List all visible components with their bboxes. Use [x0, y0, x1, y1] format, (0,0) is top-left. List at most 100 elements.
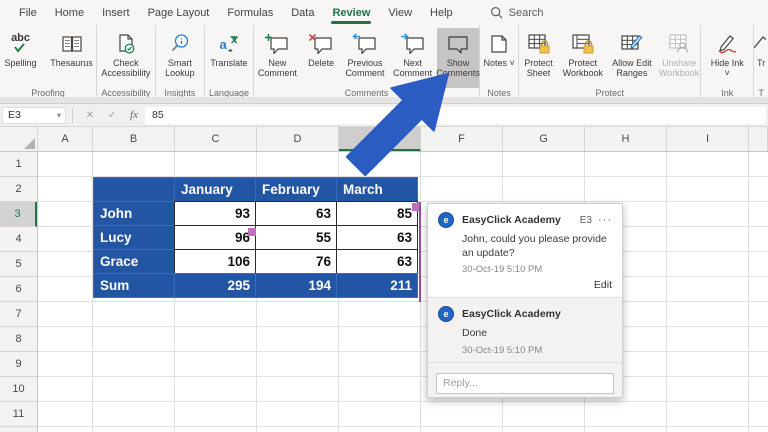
more-options-icon[interactable]: ··· [598, 214, 612, 226]
translate-button[interactable]: a Translate [206, 28, 252, 88]
tab-review[interactable]: Review [323, 0, 379, 25]
tab-home[interactable]: Home [46, 0, 93, 25]
column-header-i[interactable]: I [667, 127, 749, 151]
sheet-grid[interactable]: 1 2 3 4 5 6 7 8 9 10 11 12 January Febru… [0, 152, 768, 432]
column-header-clipped[interactable] [749, 127, 768, 151]
group-clipped: Tr T [754, 25, 768, 97]
thesaurus-button[interactable]: Thesaurus [47, 28, 96, 88]
select-all-corner[interactable] [0, 127, 38, 151]
cell-d4[interactable]: 55 [255, 225, 337, 250]
row-header-3[interactable]: 3 [0, 202, 37, 227]
spelling-icon: abc [11, 30, 30, 58]
tab-formulas[interactable]: Formulas [218, 0, 282, 25]
group-notes: Notes ˅ Notes [480, 25, 520, 98]
corner-triangle-icon [24, 138, 35, 149]
row-label[interactable]: Sum [93, 273, 175, 298]
comment-date: 30-Oct-19 5:10 PM [462, 344, 543, 356]
cell-c5[interactable]: 106 [174, 249, 256, 274]
row-label[interactable]: John [93, 201, 175, 226]
name-box-caret-icon[interactable]: ▾ [57, 111, 61, 120]
tab-page-layout[interactable]: Page Layout [139, 0, 219, 25]
row-label[interactable]: Lucy [93, 225, 175, 250]
insert-function-icon[interactable]: fx [123, 109, 145, 121]
name-box[interactable]: E3 ▾ [2, 106, 66, 124]
reply-section [428, 363, 622, 404]
tab-data[interactable]: Data [282, 0, 323, 25]
row-header-4[interactable]: 4 [0, 227, 37, 252]
cell-d6[interactable]: 194 [255, 273, 337, 298]
header-january[interactable]: January [174, 177, 256, 202]
row-header-2[interactable]: 2 [0, 177, 37, 202]
hide-ink-button[interactable]: Hide Ink ˅ [707, 28, 747, 88]
cell-e5[interactable]: 63 [336, 249, 418, 274]
comment-cell-ref: E3 [579, 214, 592, 226]
cell-c6[interactable]: 295 [174, 273, 256, 298]
cell-c4[interactable]: 96 [174, 225, 256, 250]
comments-pane: e EasyClick Academy E3 ··· John, could y… [427, 203, 623, 398]
allow-edit-ranges-button[interactable]: Allow Edit Ranges [608, 28, 656, 88]
tab-help[interactable]: Help [421, 0, 462, 25]
row-header-8[interactable]: 8 [0, 327, 37, 352]
reply-input[interactable] [436, 372, 614, 394]
row-header-5[interactable]: 5 [0, 252, 37, 277]
formula-value: 85 [152, 109, 164, 121]
column-header-a[interactable]: A [38, 127, 93, 151]
check-accessibility-button[interactable]: Check Accessibility [98, 28, 154, 88]
new-comment-button[interactable]: New Comment [254, 28, 301, 88]
formula-bar-divider [72, 107, 73, 123]
avatar: e [438, 306, 454, 323]
active-comment-cell-indicator [419, 202, 421, 302]
clipped-button[interactable]: Tr [754, 28, 768, 88]
row-header-1[interactable]: 1 [0, 152, 37, 177]
edit-link[interactable]: Edit [438, 279, 612, 291]
cell-e4[interactable]: 63 [336, 225, 418, 250]
row-header-6[interactable]: 6 [0, 277, 37, 302]
column-header-h[interactable]: H [585, 127, 667, 151]
search-box[interactable]: Search [490, 6, 544, 19]
row-header-12[interactable]: 12 [0, 427, 37, 432]
row-header-9[interactable]: 9 [0, 352, 37, 377]
cell-e3-selected[interactable]: 85 [336, 201, 418, 226]
comment-thread-2[interactable]: e EasyClick Academy Done 30-Oct-19 5:10 … [428, 298, 622, 363]
column-header-g[interactable]: G [503, 127, 585, 151]
row-header-10[interactable]: 10 [0, 377, 37, 402]
enter-icon[interactable]: ✓ [101, 110, 123, 121]
column-header-b[interactable]: B [93, 127, 175, 151]
cell-d3[interactable]: 63 [255, 201, 337, 226]
row-headers: 1 2 3 4 5 6 7 8 9 10 11 12 [0, 152, 38, 432]
tab-view[interactable]: View [379, 0, 421, 25]
group-ink: Hide Ink ˅ Ink [701, 25, 755, 98]
table-corner-cell[interactable] [93, 177, 175, 202]
row-header-11[interactable]: 11 [0, 402, 37, 427]
gridline-v [666, 152, 667, 432]
column-header-d[interactable]: D [257, 127, 339, 151]
comment-thread-1[interactable]: e EasyClick Academy E3 ··· John, could y… [428, 204, 622, 299]
notes-icon [489, 30, 509, 58]
tab-insert[interactable]: Insert [93, 0, 139, 25]
header-february[interactable]: February [255, 177, 337, 202]
comment-marker-c4 [248, 228, 256, 236]
row-label[interactable]: Grace [93, 249, 175, 274]
smart-lookup-button[interactable]: Smart Lookup [157, 28, 203, 88]
comment-text: Done [462, 327, 488, 340]
cell-e6[interactable]: 211 [336, 273, 418, 298]
group-protect: Protect Sheet Protect Workbook Allow Edi… [519, 25, 702, 98]
tab-file[interactable]: File [10, 0, 46, 25]
protect-workbook-button[interactable]: Protect Workbook [560, 28, 606, 88]
row-header-7[interactable]: 7 [0, 302, 37, 327]
cell-d5[interactable]: 76 [255, 249, 337, 274]
cell-c3[interactable]: 93 [174, 201, 256, 226]
comment-author: EasyClick Academy [462, 214, 561, 226]
unshare-workbook-icon [667, 30, 691, 58]
search-label: Search [508, 6, 544, 19]
annotation-arrow [328, 52, 468, 192]
notes-button[interactable]: Notes ˅ [480, 28, 518, 88]
table-row: John 93 63 85 [93, 201, 422, 226]
spelling-button[interactable]: abc Spelling [0, 28, 41, 88]
column-header-c[interactable]: C [175, 127, 257, 151]
cancel-icon[interactable]: ✕ [79, 110, 101, 121]
data-table: January February March John 93 63 85 Luc… [93, 177, 422, 298]
protect-sheet-button[interactable]: Protect Sheet [519, 28, 557, 88]
svg-text:a: a [219, 37, 227, 52]
comment-text: John, could you please provide an update… [462, 233, 607, 259]
